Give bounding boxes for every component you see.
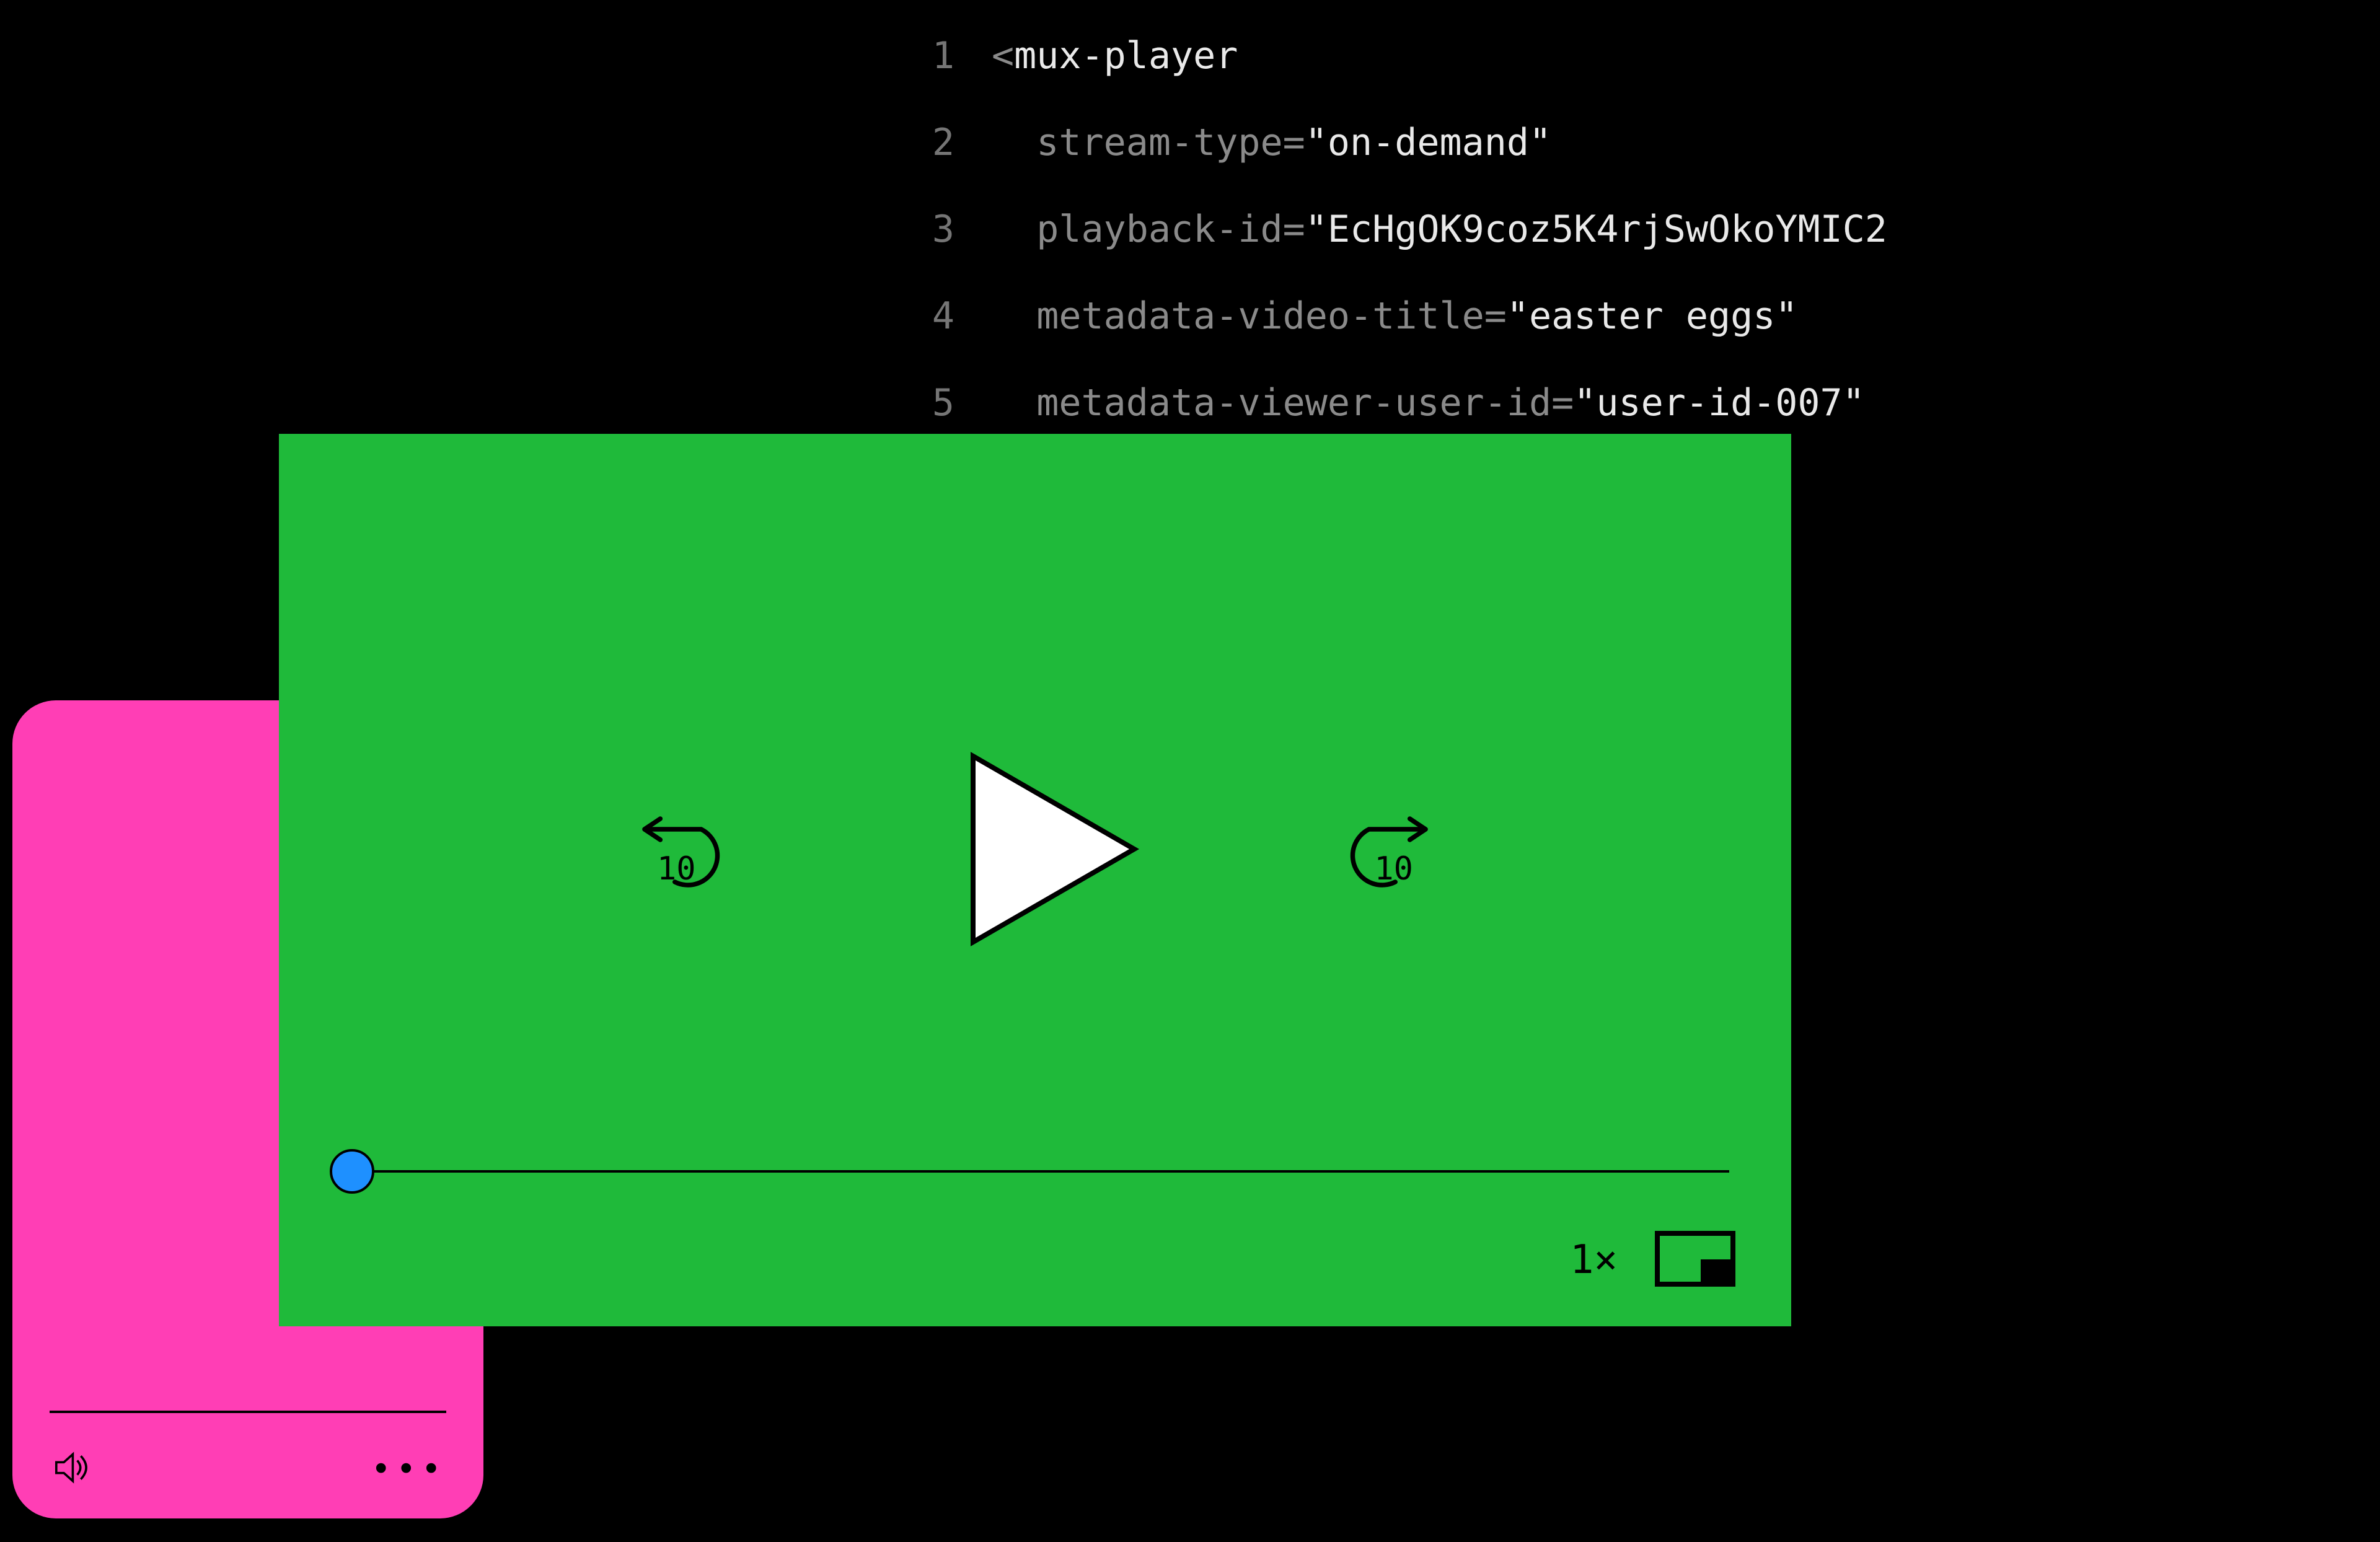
code-text: metadata-video-title="easter eggs": [992, 273, 1797, 359]
skip-forward-button[interactable]: 10: [1326, 795, 1438, 906]
code-line: 2 stream-type="on-demand": [892, 99, 1887, 186]
mini-progress-bar[interactable]: [50, 1411, 446, 1413]
skip-forward-label: 10: [1374, 850, 1413, 888]
skip-back-label: 10: [657, 850, 696, 888]
progress-thumb[interactable]: [330, 1149, 374, 1194]
code-text: <mux-player: [992, 12, 1238, 99]
playback-speed-button[interactable]: 1×: [1570, 1237, 1618, 1283]
code-snippet: 1<mux-player2 stream-type="on-demand"3 p…: [892, 12, 1887, 446]
code-text: metadata-viewer-user-id="user-id-007": [992, 359, 1865, 446]
code-line: 4 metadata-video-title="easter eggs": [892, 273, 1887, 359]
code-text: stream-type="on-demand": [992, 99, 1551, 186]
line-number: 3: [892, 186, 954, 273]
line-number: 2: [892, 99, 954, 186]
code-line: 1 <mux-player: [892, 12, 1887, 99]
progress-bar[interactable]: [341, 1159, 1729, 1184]
skip-back-button[interactable]: 10: [632, 795, 744, 906]
video-player: 10 10 1×: [279, 434, 1791, 1326]
code-line: 3 playback-id="EcHgOK9coz5K4rjSwOkoYMIC2: [892, 186, 1887, 273]
play-button[interactable]: [905, 719, 1165, 982]
volume-icon[interactable]: [50, 1445, 94, 1492]
code-line: 5 metadata-viewer-user-id="user-id-007": [892, 359, 1887, 446]
line-number: 5: [892, 359, 954, 446]
more-icon[interactable]: •••: [371, 1450, 446, 1489]
line-number: 1: [892, 12, 954, 99]
code-text: playback-id="EcHgOK9coz5K4rjSwOkoYMIC2: [992, 186, 1887, 273]
line-number: 4: [892, 273, 954, 359]
picture-in-picture-icon[interactable]: [1655, 1231, 1735, 1289]
